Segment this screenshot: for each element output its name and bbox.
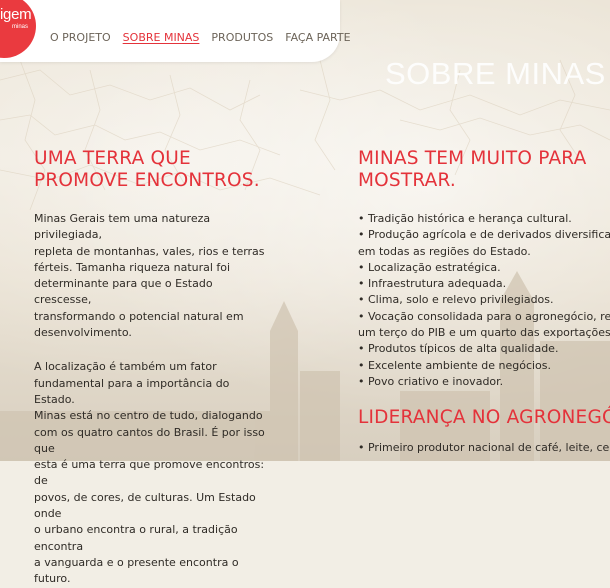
main-nav: O PROJETO SOBRE MINAS PRODUTOS FAÇA PART… xyxy=(50,31,351,44)
right-heading: MINAS TEM MUITO PARA MOSTRAR. xyxy=(358,148,610,192)
left-heading: UMA TERRA QUE PROMOVE ENCONTROS. xyxy=(34,148,272,192)
list-item: • Localização estratégica. xyxy=(358,260,501,274)
list-item: em todas as regiões do Estado. xyxy=(358,244,531,258)
list-item: • Excelente ambiente de negócios. xyxy=(358,358,552,372)
section-title: SOBRE MINAS xyxy=(385,56,606,91)
right-heading-line1: MINAS TEM MUITO PARA xyxy=(358,148,587,169)
left-heading-line2: PROMOVE ENCONTROS. xyxy=(34,170,260,191)
list-item: • Povo criativo e inovador. xyxy=(358,374,504,388)
nav-item-sobre-minas[interactable]: SOBRE MINAS xyxy=(123,31,200,44)
nav-item-o-projeto[interactable]: O PROJETO xyxy=(50,31,111,44)
list-item: • Vocação consolidada para o agronegócio… xyxy=(358,309,610,323)
list-item: • Infraestrutura adequada. xyxy=(358,277,507,291)
right-column: MINAS TEM MUITO PARA MOSTRAR. • Tradição… xyxy=(358,148,610,461)
list-item: • Primeiro produtor nacional de café, le… xyxy=(358,441,610,455)
right-heading-2: LIDERANÇA NO AGRONEGÓ xyxy=(358,407,610,429)
nav-item-faca-parte[interactable]: FAÇA PARTE xyxy=(285,31,350,44)
header-bar: igem minas O PROJETO SOBRE MINAS PRODUTO… xyxy=(0,0,351,62)
list-item: • Produção agrícola e de derivados diver… xyxy=(358,228,610,242)
right-heading-line2: MOSTRAR. xyxy=(358,170,457,191)
left-column: UMA TERRA QUE PROMOVE ENCONTROS. Minas G… xyxy=(34,148,272,588)
nav-item-produtos[interactable]: PRODUTOS xyxy=(211,31,273,44)
logo-sub: minas xyxy=(12,24,29,30)
logo-word: igem xyxy=(0,6,32,23)
logo[interactable]: igem minas xyxy=(0,0,36,58)
left-paragraph-1: Minas Gerais tem uma natureza privilegia… xyxy=(34,212,265,340)
list-item: • Clima, solo e relevo privilegiados. xyxy=(358,293,554,307)
left-heading-line1: UMA TERRA QUE xyxy=(34,148,191,169)
highlights-list: • Tradição histórica e herança cultural.… xyxy=(358,211,610,390)
list-item: • Produtos típicos de alta qualidade. xyxy=(358,342,559,356)
left-paragraph-2: A localização é também um fator fundamen… xyxy=(34,360,265,586)
list-item: um terço do PIB e um quarto das exportaç… xyxy=(358,326,610,340)
list-item: • Tradição histórica e herança cultural. xyxy=(358,212,572,225)
